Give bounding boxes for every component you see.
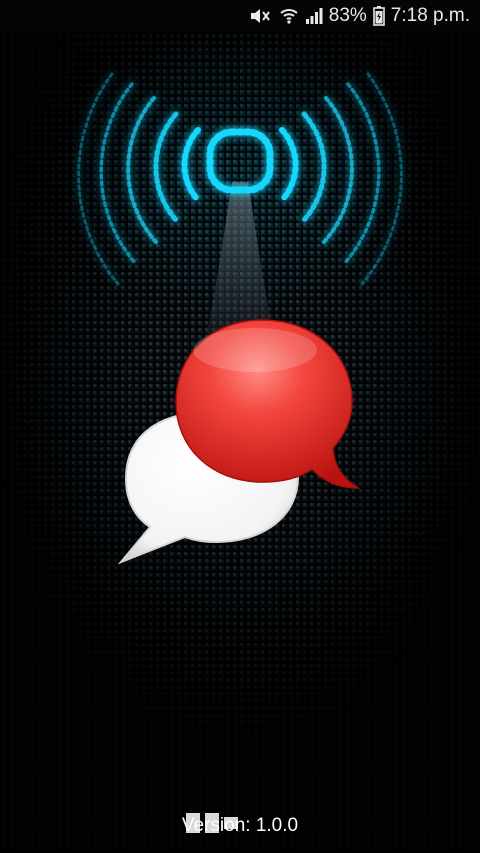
splash-artwork [77, 72, 403, 565]
battery-percent: 83% [328, 5, 367, 26]
red-chat-bubble-icon [175, 319, 361, 489]
splash-screen: Version: 1.0.0 [0, 32, 480, 853]
status-bar: 83% 7:18 p.m. [0, 0, 480, 32]
version-label: Version: 1.0.0 [181, 815, 299, 836]
mute-icon [249, 7, 273, 25]
signal-icon [305, 7, 323, 25]
clock: 7:18 p.m. [390, 5, 470, 26]
wifi-icon [279, 7, 299, 25]
battery-icon [372, 6, 385, 26]
